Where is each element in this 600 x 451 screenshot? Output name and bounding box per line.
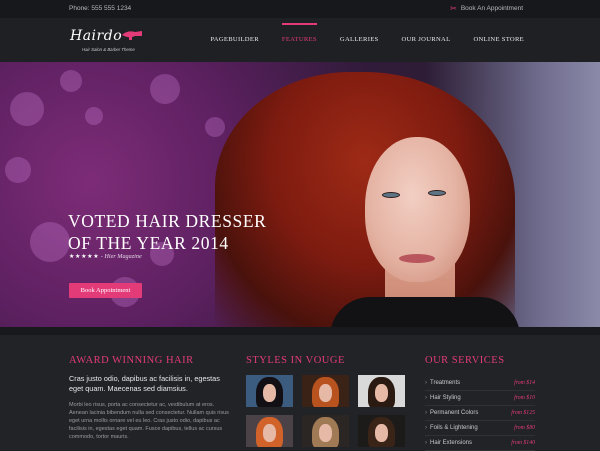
- quote-source: - Hier Magazine: [100, 253, 142, 260]
- bokeh-light: [5, 157, 31, 183]
- service-price: from $10: [514, 395, 535, 401]
- logo-wordmark: Hairdo: [70, 28, 123, 44]
- bokeh-light: [150, 74, 180, 104]
- bokeh-light: [30, 222, 70, 262]
- style-thumbnail[interactable]: [358, 375, 405, 407]
- top-bar: Phone: 555 555 1234 ✂ Book An Appointmen…: [0, 0, 600, 18]
- book-appointment-link[interactable]: ✂ Book An Appointment: [450, 0, 523, 18]
- section-divider: [0, 327, 600, 335]
- service-name: Hair Extensions: [425, 440, 472, 446]
- rating-stars: ★★★★★: [69, 253, 100, 260]
- main-nav: PAGEBUILDER FEATURES GALLERIES OUR JOURN…: [187, 23, 524, 43]
- nav-item-online-store[interactable]: ONLINE STORE: [473, 36, 524, 43]
- service-name: Permanent Colors: [425, 410, 478, 416]
- nav-item-features[interactable]: FEATURES: [281, 23, 317, 43]
- styles-section: STYLES IN VOUGE: [246, 355, 406, 447]
- logo-tagline: Hair Salon & Barber Theme: [82, 47, 135, 52]
- hero-title: VOTED HAIR DRESSER OF THE YEAR 2014: [68, 210, 266, 254]
- hero-slider: VOTED HAIR DRESSER OF THE YEAR 2014 ★★★★…: [0, 62, 600, 327]
- nav-item-our-journal[interactable]: OUR JOURNAL: [402, 36, 451, 43]
- book-appointment-label: Book An Appointment: [460, 5, 523, 12]
- site-logo[interactable]: Hairdo Hair Salon & Barber Theme: [70, 28, 150, 56]
- award-section: AWARD WINNING HAIR Cras justo odio, dapi…: [69, 355, 229, 441]
- award-body: Morbi leo risus, porta ac consectetur ac…: [69, 402, 229, 440]
- hair-dryer-icon: [122, 31, 142, 40]
- model-lips: [399, 254, 435, 263]
- site-header: Hairdo Hair Salon & Barber Theme PAGEBUI…: [0, 18, 600, 62]
- style-thumbnail[interactable]: [358, 415, 405, 447]
- content-area: AWARD WINNING HAIR Cras justo odio, dapi…: [0, 335, 600, 451]
- award-heading: AWARD WINNING HAIR: [69, 355, 194, 366]
- book-appointment-button[interactable]: Book Appointment: [69, 283, 142, 298]
- service-item[interactable]: Hair Styling from $10: [425, 391, 535, 406]
- nav-item-galleries[interactable]: GALLERIES: [340, 36, 379, 43]
- model-eye: [428, 190, 446, 196]
- bokeh-light: [205, 117, 225, 137]
- bokeh-light: [85, 107, 103, 125]
- style-thumbnail[interactable]: [246, 375, 293, 407]
- service-item[interactable]: Treatments from $14: [425, 376, 535, 391]
- phone-number: Phone: 555 555 1234: [69, 5, 132, 12]
- hero-quote: ★★★★★ - Hier Magazine: [69, 253, 142, 260]
- hero-title-line-1: VOTED HAIR DRESSER: [68, 211, 267, 231]
- service-price: from $80: [514, 425, 535, 431]
- service-item[interactable]: Foils & Lightening from $80: [425, 421, 535, 436]
- style-thumbnail[interactable]: [302, 375, 349, 407]
- service-price: from $125: [511, 410, 535, 416]
- service-name: Foils & Lightening: [425, 425, 478, 431]
- scissors-icon: ✂: [450, 4, 457, 13]
- styles-heading: STYLES IN VOUGE: [246, 355, 345, 366]
- styles-gallery: [246, 375, 406, 447]
- award-lead: Cras justo odio, dapibus ac facilisis in…: [69, 374, 220, 393]
- service-price: from $14: [514, 380, 535, 386]
- model-dress: [330, 297, 520, 327]
- service-item[interactable]: Hair Extensions from $140: [425, 436, 535, 451]
- style-thumbnail[interactable]: [246, 415, 293, 447]
- services-list: Treatments from $14 Hair Styling from $1…: [425, 376, 535, 451]
- services-heading: OUR SERVICES: [425, 355, 505, 366]
- service-name: Hair Styling: [425, 395, 461, 401]
- model-eye: [382, 192, 400, 198]
- service-item[interactable]: Permanent Colors from $125: [425, 406, 535, 421]
- style-thumbnail[interactable]: [302, 415, 349, 447]
- bokeh-light: [10, 92, 44, 126]
- service-price: from $140: [511, 440, 535, 446]
- bokeh-light: [60, 70, 82, 92]
- hero-title-line-2: OF THE YEAR 2014: [68, 233, 229, 253]
- service-name: Treatments: [425, 380, 460, 386]
- services-section: OUR SERVICES Treatments from $14 Hair St…: [425, 355, 535, 451]
- nav-item-pagebuilder[interactable]: PAGEBUILDER: [210, 36, 258, 43]
